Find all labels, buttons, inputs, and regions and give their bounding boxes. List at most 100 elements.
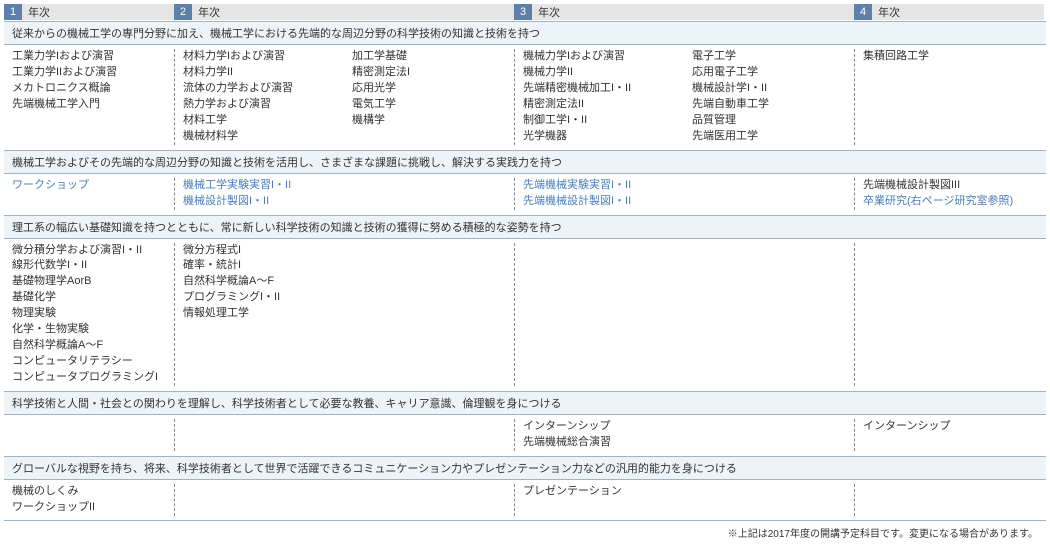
course-column: 先端機械設計製図III卒業研究(右ページ研究室参照) <box>854 178 1044 210</box>
course-item: 先端医用工学 <box>692 129 846 145</box>
course-item: 基礎化学 <box>12 290 166 306</box>
course-item: 工業力学IIおよび演習 <box>12 65 166 81</box>
course-item: コンピュータプログラミングI <box>12 370 166 386</box>
course-column <box>344 178 514 210</box>
year-4: 4 年次 <box>854 4 1044 20</box>
course-item: 光学機器 <box>523 129 676 145</box>
course-column: 機械力学Iおよび演習機械力学II先端精密機械加工I・II精密測定法II制御工学I… <box>514 49 684 145</box>
course-column: 先端機械実験実習I・II先端機械設計製図I・II <box>514 178 684 210</box>
course-column <box>174 484 344 516</box>
course-item: 機械工学実験実習I・II <box>183 178 336 194</box>
course-column <box>4 419 174 451</box>
course-item: 線形代数学I・II <box>12 258 166 274</box>
course-column: インターンシップ <box>854 419 1044 451</box>
course-item: 先端機械総合演習 <box>523 435 676 451</box>
year-num-3: 3 <box>514 4 532 20</box>
course-item: 熱力学および演習 <box>183 97 336 113</box>
course-item: 応用電子工学 <box>692 65 846 81</box>
course-item: 材料力学II <box>183 65 336 81</box>
course-item: プレゼンテーション <box>523 484 676 500</box>
course-item: 基礎物理学AorB <box>12 274 166 290</box>
course-item: ワークショップII <box>12 500 166 516</box>
course-item: 材料力学Iおよび演習 <box>183 49 336 65</box>
year-num-2: 2 <box>174 4 192 20</box>
course-column <box>344 419 514 451</box>
year-label-2: 年次 <box>192 4 514 20</box>
course-item: 先端機械設計製図III <box>863 178 1036 194</box>
year-label-3: 年次 <box>532 4 854 20</box>
course-item: 精密測定法I <box>352 65 506 81</box>
section-head: グローバルな視野を持ち、将来、科学技術者として世界で活躍できるコミュニケーション… <box>4 456 1046 479</box>
course-column: 材料力学Iおよび演習材料力学II流体の力学および演習熱力学および演習材料工学機械… <box>174 49 344 145</box>
section-body: 微分積分学および演習I・II線形代数学I・II基礎物理学AorB基礎化学物理実験… <box>4 238 1046 390</box>
course-item: プログラミングI・II <box>183 290 336 306</box>
course-item: 機械材料学 <box>183 129 336 145</box>
course-item: 自然科学概論A～F <box>183 274 336 290</box>
course-column <box>684 419 854 451</box>
course-item: 物理実験 <box>12 306 166 322</box>
course-column: プレゼンテーション <box>514 484 684 516</box>
section-head: 従来からの機械工学の専門分野に加え、機械工学における先端的な周辺分野の科学技術の… <box>4 21 1046 44</box>
course-item: 電子工学 <box>692 49 846 65</box>
course-item: 化学・生物実験 <box>12 322 166 338</box>
course-item: ワークショップ <box>12 178 166 194</box>
course-item: 材料工学 <box>183 113 336 129</box>
section-body: ワークショップ機械工学実験実習I・II機械設計製図I・II先端機械実験実習I・I… <box>4 173 1046 214</box>
course-column <box>854 243 1044 386</box>
course-item: 制御工学I・II <box>523 113 676 129</box>
course-column: 工業力学Iおよび演習工業力学IIおよび演習メカトロニクス概論先端機械工学入門 <box>4 49 174 145</box>
course-item: 先端機械工学入門 <box>12 97 166 113</box>
course-column: 機械のしくみワークショップII <box>4 484 174 516</box>
footnote: ※上記は2017年度の開講予定科目です。変更になる場合があります。 <box>4 521 1046 540</box>
year-label-4: 年次 <box>872 4 1044 20</box>
course-item: インターンシップ <box>863 419 1036 435</box>
course-item: 機構学 <box>352 113 506 129</box>
course-column: 微分積分学および演習I・II線形代数学I・II基礎物理学AorB基礎化学物理実験… <box>4 243 174 386</box>
course-column <box>344 484 514 516</box>
course-column: 電子工学応用電子工学機械設計学I・II先端自動車工学品質管理先端医用工学 <box>684 49 854 145</box>
course-item: 情報処理工学 <box>183 306 336 322</box>
course-item: 機械力学II <box>523 65 676 81</box>
section-head: 理工系の幅広い基礎知識を持つとともに、常に新しい科学技術の知識と技術の獲得に努め… <box>4 215 1046 238</box>
section-head: 機械工学およびその先端的な周辺分野の知識と技術を活用し、さまざまな課題に挑戦し、… <box>4 150 1046 173</box>
course-item: 流体の力学および演習 <box>183 81 336 97</box>
course-item: 微分積分学および演習I・II <box>12 243 166 259</box>
section-body: インターンシップ先端機械総合演習インターンシップ <box>4 414 1046 455</box>
course-column <box>684 178 854 210</box>
course-column <box>174 419 344 451</box>
course-item: 機械のしくみ <box>12 484 166 500</box>
year-num-4: 4 <box>854 4 872 20</box>
course-item: 先端機械設計製図I・II <box>523 194 676 210</box>
course-column: ワークショップ <box>4 178 174 210</box>
course-item: 精密測定法II <box>523 97 676 113</box>
course-item: コンピュータリテラシー <box>12 354 166 370</box>
course-item: インターンシップ <box>523 419 676 435</box>
course-item: 集積回路工学 <box>863 49 1036 65</box>
course-column <box>514 243 684 386</box>
course-item: 卒業研究(右ページ研究室参照) <box>863 194 1036 210</box>
year-1: 1 年次 <box>4 4 174 20</box>
course-item: 品質管理 <box>692 113 846 129</box>
course-item: 工業力学Iおよび演習 <box>12 49 166 65</box>
course-column: 微分方程式I確率・統計I自然科学概論A～FプログラミングI・II情報処理工学 <box>174 243 344 386</box>
course-item: 機械設計学I・II <box>692 81 846 97</box>
course-item: メカトロニクス概論 <box>12 81 166 97</box>
course-item: 機械設計製図I・II <box>183 194 336 210</box>
section-head: 科学技術と人間・社会との関わりを理解し、科学技術者として必要な教養、キャリア意識… <box>4 391 1046 414</box>
course-column <box>344 243 514 386</box>
year-label-1: 年次 <box>22 4 174 20</box>
section-body: 工業力学Iおよび演習工業力学IIおよび演習メカトロニクス概論先端機械工学入門材料… <box>4 44 1046 149</box>
course-item: 応用光学 <box>352 81 506 97</box>
course-item: 微分方程式I <box>183 243 336 259</box>
course-item: 先端精密機械加工I・II <box>523 81 676 97</box>
course-column: 加工学基礎精密測定法I応用光学電気工学機構学 <box>344 49 514 145</box>
course-item: 確率・統計I <box>183 258 336 274</box>
course-item: 電気工学 <box>352 97 506 113</box>
course-item: 先端機械実験実習I・II <box>523 178 676 194</box>
course-item: 先端自動車工学 <box>692 97 846 113</box>
course-item: 自然科学概論A～F <box>12 338 166 354</box>
course-column <box>684 243 854 386</box>
course-column: 機械工学実験実習I・II機械設計製図I・II <box>174 178 344 210</box>
course-column <box>684 484 854 516</box>
year-3: 3 年次 <box>514 4 854 20</box>
